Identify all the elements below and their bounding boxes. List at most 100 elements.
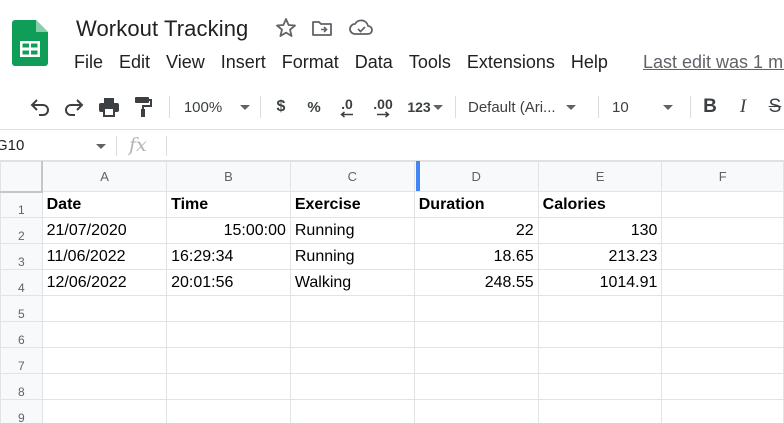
strikethrough-button[interactable]: S — [766, 92, 784, 122]
document-title[interactable]: Workout Tracking — [76, 16, 248, 42]
row-header[interactable]: 3 — [0, 243, 43, 270]
cell-f3[interactable] — [661, 243, 784, 270]
cell-f5[interactable] — [661, 295, 784, 322]
more-formats-select[interactable]: 123 — [404, 92, 446, 122]
column-header-a[interactable]: A — [41, 161, 168, 192]
cell-d5[interactable] — [413, 295, 539, 322]
cell-c6[interactable] — [289, 321, 415, 348]
cell-c3[interactable]: Running — [289, 243, 415, 270]
star-icon[interactable] — [274, 16, 298, 40]
cell-d3[interactable]: 18.65 — [413, 243, 539, 270]
cell-e7[interactable] — [537, 347, 663, 374]
menu-file[interactable]: File — [66, 52, 111, 74]
cell-d4[interactable]: 248.55 — [413, 269, 539, 296]
cell-d7[interactable] — [413, 347, 539, 374]
cloud-saved-icon[interactable] — [348, 16, 373, 40]
menu-format[interactable]: Format — [274, 52, 347, 74]
row-header[interactable]: 4 — [0, 269, 43, 296]
cell-b1[interactable]: Time — [166, 191, 291, 218]
last-edit-link[interactable]: Last edit was 1 mi — [643, 52, 784, 73]
cell-e3[interactable]: 213.23 — [537, 243, 663, 270]
sheets-logo-icon[interactable] — [12, 20, 48, 66]
menu-help[interactable]: Help — [563, 52, 616, 74]
cell-f4[interactable] — [661, 269, 784, 296]
cell-b8[interactable] — [166, 373, 291, 400]
currency-format-button[interactable]: $ — [272, 92, 290, 122]
cell-c4[interactable]: Walking — [289, 269, 415, 296]
select-all-corner[interactable] — [0, 161, 44, 193]
menu-view[interactable]: View — [158, 52, 213, 74]
cell-e9[interactable] — [537, 399, 663, 423]
print-icon[interactable] — [97, 92, 121, 122]
increase-decimal-button[interactable]: .00 — [368, 92, 398, 122]
cell-e2[interactable]: 130 — [537, 217, 663, 244]
cell-e6[interactable] — [537, 321, 663, 348]
row-header[interactable]: 7 — [0, 347, 43, 374]
cell-a1[interactable]: Date — [41, 191, 168, 218]
move-to-folder-icon[interactable] — [310, 16, 334, 40]
cell-e5[interactable] — [537, 295, 663, 322]
cell-c8[interactable] — [289, 373, 415, 400]
paint-format-icon[interactable] — [131, 92, 155, 122]
cell-a2[interactable]: 21/07/2020 — [41, 217, 168, 244]
cell-a6[interactable] — [41, 321, 168, 348]
zoom-select[interactable]: 100% — [183, 92, 251, 122]
row-header[interactable]: 1 — [0, 191, 43, 218]
cell-b2[interactable]: 15:00:00 — [166, 217, 291, 244]
menu-tools[interactable]: Tools — [401, 52, 459, 74]
decrease-decimal-button[interactable]: .0 — [334, 92, 360, 122]
redo-icon[interactable] — [62, 92, 86, 122]
cell-e4[interactable]: 1014.91 — [537, 269, 663, 296]
row-header[interactable]: 5 — [0, 295, 43, 322]
cell-a4[interactable]: 12/06/2022 — [41, 269, 168, 296]
cell-f8[interactable] — [661, 373, 784, 400]
cell-b9[interactable] — [166, 399, 291, 423]
font-family-select[interactable]: Default (Ari... — [468, 92, 586, 122]
cell-a9[interactable] — [41, 399, 168, 423]
cell-f2[interactable] — [661, 217, 784, 244]
percent-format-button[interactable]: % — [305, 92, 323, 122]
chevron-down-icon[interactable] — [96, 144, 106, 149]
cell-e1[interactable]: Calories — [537, 191, 663, 218]
cell-c1[interactable]: Exercise — [289, 191, 415, 218]
bold-button[interactable]: B — [700, 92, 720, 122]
cell-f7[interactable] — [661, 347, 784, 374]
font-size-select[interactable]: 10 — [612, 92, 680, 122]
cell-d8[interactable] — [413, 373, 539, 400]
row-header[interactable]: 6 — [0, 321, 43, 348]
row-header[interactable]: 9 — [0, 399, 43, 423]
column-header-e[interactable]: E — [537, 161, 663, 192]
italic-button[interactable]: I — [734, 92, 752, 122]
cell-b7[interactable] — [166, 347, 291, 374]
cell-e8[interactable] — [537, 373, 663, 400]
cell-f9[interactable] — [661, 399, 784, 423]
cell-b4[interactable]: 20:01:56 — [166, 269, 291, 296]
column-header-c[interactable]: C — [289, 161, 415, 192]
cell-a7[interactable] — [41, 347, 168, 374]
cell-a3[interactable]: 11/06/2022 — [41, 243, 168, 270]
cell-c2[interactable]: Running — [289, 217, 415, 244]
cell-d9[interactable] — [413, 399, 539, 423]
menu-extensions[interactable]: Extensions — [459, 52, 563, 74]
cell-f6[interactable] — [661, 321, 784, 348]
cell-c7[interactable] — [289, 347, 415, 374]
cell-c9[interactable] — [289, 399, 415, 423]
row-header[interactable]: 8 — [0, 373, 43, 400]
menu-data[interactable]: Data — [347, 52, 401, 74]
row-header[interactable]: 2 — [0, 217, 43, 244]
cell-b3[interactable]: 16:29:34 — [166, 243, 291, 270]
cell-d1[interactable]: Duration — [413, 191, 539, 218]
cell-d6[interactable] — [413, 321, 539, 348]
cell-a5[interactable] — [41, 295, 168, 322]
menu-edit[interactable]: Edit — [111, 52, 158, 74]
cell-d2[interactable]: 22 — [413, 217, 539, 244]
formula-input[interactable] — [176, 137, 776, 157]
cell-b6[interactable] — [166, 321, 291, 348]
cell-a8[interactable] — [41, 373, 168, 400]
undo-icon[interactable] — [28, 92, 52, 122]
column-header-d[interactable]: D — [413, 161, 539, 192]
cell-b5[interactable] — [166, 295, 291, 322]
column-header-b[interactable]: B — [166, 161, 291, 192]
column-header-f[interactable]: F — [661, 161, 784, 192]
menu-insert[interactable]: Insert — [213, 52, 274, 74]
